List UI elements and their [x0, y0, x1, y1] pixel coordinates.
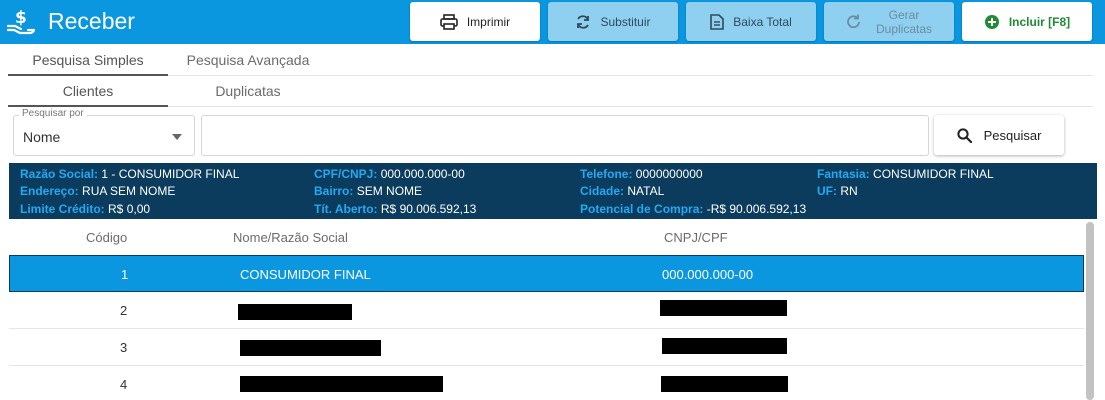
- search-mode-tabs: Pesquisa Simples Pesquisa Avançada: [8, 45, 1093, 76]
- include-button-label: Incluir [F8]: [1008, 14, 1071, 29]
- column-header-code[interactable]: Código: [86, 230, 127, 245]
- redacted-document-block: [660, 300, 787, 316]
- column-header-name[interactable]: Nome/Razão Social: [233, 230, 348, 245]
- info-endereco: Endereço: RUA SEM NOME: [20, 184, 175, 198]
- info-key: Fantasia:: [817, 167, 870, 181]
- search-by-label: Pesquisar por: [19, 108, 87, 119]
- page-title: Receber: [48, 8, 135, 34]
- print-button[interactable]: Imprimir: [410, 2, 540, 41]
- info-key: Limite Crédito:: [20, 202, 105, 216]
- write-off-button[interactable]: Baixa Total: [686, 2, 816, 41]
- info-value: NATAL: [627, 184, 665, 198]
- generate-duplicates-button[interactable]: Gerar Duplicatas: [824, 2, 954, 41]
- generate-label-line1: Gerar: [888, 7, 920, 22]
- redacted-name-block: [240, 340, 381, 356]
- cell-code: 3: [120, 340, 128, 355]
- info-key: Endereço:: [20, 184, 79, 198]
- scrollbar-thumb[interactable]: [1086, 222, 1094, 400]
- info-key: Telefone:: [580, 167, 633, 181]
- header-bar: $ Receber Imprimir Substituir Baixa Tota…: [0, 0, 1105, 44]
- table-row[interactable]: 3: [9, 329, 1084, 366]
- info-value: SEM NOME: [356, 184, 423, 198]
- include-button[interactable]: Incluir [F8]: [962, 2, 1092, 41]
- redacted-name-block: [240, 376, 443, 392]
- replace-button-label: Substituir: [600, 14, 651, 29]
- info-cpf: CPF/CNPJ: 000.000.000-00: [314, 167, 465, 181]
- info-tit-aberto: Tít. Aberto: R$ 90.006.592,13: [314, 202, 476, 216]
- info-limite: Limite Crédito: R$ 0,00: [20, 202, 150, 216]
- redo-icon: [846, 14, 862, 30]
- info-telefone: Telefone: 0000000000: [580, 167, 703, 181]
- info-value: -R$ 90.006.592,13: [706, 202, 807, 216]
- entity-tabs: Clientes Duplicatas: [8, 76, 1093, 107]
- printer-icon: [440, 13, 458, 30]
- info-uf: UF: RN: [817, 184, 858, 198]
- cell-code: 2: [120, 303, 128, 318]
- info-fantasia: Fantasia: CONSUMIDOR FINAL: [817, 167, 994, 181]
- document-icon: [710, 13, 725, 30]
- tab-simple-search[interactable]: Pesquisa Simples: [8, 45, 168, 76]
- cell-name: CONSUMIDOR FINAL: [240, 267, 371, 282]
- info-value: 000.000.000-00: [380, 167, 465, 181]
- info-key: Cidade:: [580, 184, 625, 198]
- info-cidade: Cidade: NATAL: [580, 184, 664, 198]
- info-key: UF:: [817, 184, 837, 198]
- info-value: 1 - CONSUMIDOR FINAL: [101, 167, 240, 181]
- hand-dollar-icon: $: [6, 6, 38, 38]
- svg-text:$: $: [15, 8, 27, 28]
- cell-code: 4: [120, 377, 128, 392]
- plus-circle-icon: [984, 14, 1000, 30]
- redacted-name-block: [238, 304, 352, 320]
- table-header: Código Nome/Razão Social CNPJ/CPF: [9, 222, 1084, 255]
- info-value: 0000000000: [635, 167, 703, 181]
- info-key: Potencial de Compra:: [580, 202, 704, 216]
- table-row[interactable]: 1 CONSUMIDOR FINAL 000.000.000-00: [9, 255, 1084, 292]
- info-key: CPF/CNPJ:: [314, 167, 378, 181]
- info-value: RN: [840, 184, 858, 198]
- info-value: RUA SEM NOME: [82, 184, 176, 198]
- info-value: CONSUMIDOR FINAL: [873, 167, 994, 181]
- info-bairro: Bairro: SEM NOME: [314, 184, 422, 198]
- cell-document: 000.000.000-00: [662, 267, 754, 282]
- generate-duplicates-label: Gerar Duplicatas: [876, 8, 932, 36]
- info-value: R$ 0,00: [108, 202, 151, 216]
- search-by-value: Nome: [23, 129, 61, 145]
- table-row[interactable]: 2: [9, 292, 1084, 329]
- tab-advanced-search[interactable]: Pesquisa Avançada: [168, 45, 328, 76]
- search-button[interactable]: Pesquisar: [934, 115, 1064, 155]
- tab-clients[interactable]: Clientes: [8, 76, 168, 107]
- info-potencial: Potencial de Compra: -R$ 90.006.592,13: [580, 202, 806, 216]
- info-razao-social: Razão Social: 1 - CONSUMIDOR FINAL: [20, 167, 239, 181]
- table-row[interactable]: 4: [9, 366, 1084, 400]
- search-button-label: Pesquisar: [983, 127, 1042, 143]
- redacted-document-block: [661, 376, 788, 392]
- tab-duplicates[interactable]: Duplicatas: [168, 76, 328, 107]
- search-by-select[interactable]: Pesquisar por Nome: [13, 108, 195, 156]
- column-header-document[interactable]: CNPJ/CPF: [664, 230, 728, 245]
- info-key: Razão Social:: [20, 167, 99, 181]
- print-button-label: Imprimir: [466, 14, 511, 29]
- search-icon: [956, 127, 972, 143]
- client-info-panel: Razão Social: 1 - CONSUMIDOR FINAL CPF/C…: [9, 163, 1097, 219]
- table-scrollbar[interactable]: [1086, 222, 1094, 400]
- write-off-button-label: Baixa Total: [733, 14, 792, 29]
- cell-code: 1: [121, 267, 129, 282]
- info-value: R$ 90.006.592,13: [380, 202, 477, 216]
- generate-label-line2: Duplicatas: [875, 21, 933, 36]
- search-input[interactable]: [201, 115, 929, 156]
- info-key: Bairro:: [314, 184, 354, 198]
- chevron-down-icon: [172, 134, 182, 140]
- replace-button[interactable]: Substituir: [548, 2, 678, 41]
- info-key: Tít. Aberto:: [314, 202, 378, 216]
- refresh-icon: [575, 14, 591, 30]
- redacted-document-block: [662, 338, 787, 354]
